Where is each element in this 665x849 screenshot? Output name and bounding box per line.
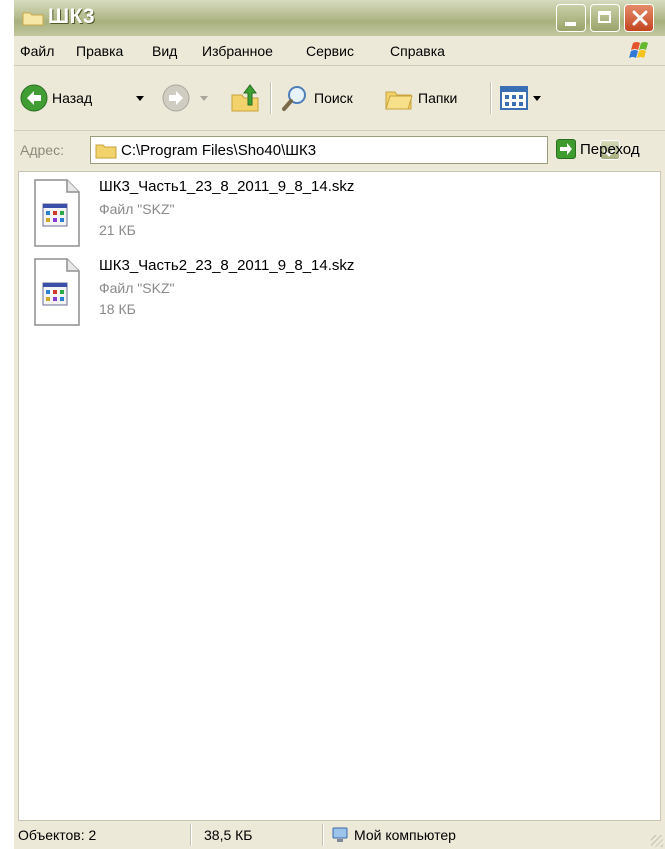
file-item[interactable]: ШК3_Часть2_23_8_2011_9_8_14.skz Файл "SK…	[33, 257, 633, 333]
maximize-button[interactable]	[590, 4, 620, 32]
folders-label: Папки	[418, 90, 458, 106]
views-button[interactable]	[500, 80, 528, 116]
menu-favorites[interactable]: Избранное	[202, 43, 273, 59]
object-count: Объектов: 2	[18, 827, 97, 843]
window-title: ШК3	[48, 5, 96, 28]
menu-help[interactable]: Справка	[390, 43, 445, 59]
go-button[interactable]: Переход	[556, 139, 640, 159]
folder-icon	[22, 12, 44, 26]
go-arrow-icon	[556, 139, 576, 159]
status-bar: Объектов: 2 38,5 КБ Мой компьютер	[14, 822, 665, 849]
toolbar-separator	[270, 82, 272, 114]
search-icon	[282, 86, 306, 111]
file-size: 18 КБ	[99, 301, 136, 317]
folders-icon	[385, 91, 413, 110]
back-button[interactable]: Назад	[20, 80, 92, 116]
folders-button[interactable]: Папки	[384, 80, 457, 116]
address-label: Адрес:	[20, 142, 64, 158]
close-icon	[632, 10, 648, 26]
my-computer-icon	[332, 827, 348, 842]
resize-grip[interactable]	[651, 835, 663, 847]
skz-file-icon	[34, 258, 80, 326]
windows-logo-icon	[624, 39, 658, 63]
menu-edit[interactable]: Правка	[76, 43, 123, 59]
file-name: ШК3_Часть2_23_8_2011_9_8_14.skz	[99, 257, 355, 274]
menu-tools[interactable]: Сервис	[306, 43, 354, 59]
up-folder-button[interactable]	[230, 80, 262, 116]
file-type: Файл "SKZ"	[99, 201, 175, 217]
skz-file-icon	[34, 179, 80, 247]
file-list: ШК3_Часть1_23_8_2011_9_8_14.skz Файл "SK…	[18, 171, 661, 821]
file-type: Файл "SKZ"	[99, 280, 175, 296]
back-history-dropdown-icon[interactable]	[136, 96, 144, 101]
go-label: Переход	[580, 140, 640, 158]
back-arrow-icon	[20, 84, 48, 112]
total-size: 38,5 КБ	[204, 827, 253, 843]
search-button[interactable]: Поиск	[280, 80, 353, 116]
explorer-window: ШК3 Файл Правка Вид Избранное Сервис Спр…	[14, 0, 665, 849]
folder-icon	[95, 144, 117, 159]
file-name: ШК3_Часть1_23_8_2011_9_8_14.skz	[99, 178, 355, 195]
forward-history-dropdown-icon[interactable]	[200, 96, 208, 101]
views-dropdown-icon[interactable]	[533, 96, 541, 101]
menu-bar: Файл Правка Вид Избранное Сервис Справка	[14, 36, 665, 66]
views-icon	[500, 86, 528, 110]
file-size: 21 КБ	[99, 222, 136, 238]
title-bar[interactable]: ШК3	[14, 0, 665, 36]
up-folder-icon	[231, 84, 259, 112]
toolbar: Назад Поиск Папки	[14, 66, 665, 131]
menu-file[interactable]: Файл	[20, 43, 54, 59]
status-separator	[322, 824, 324, 846]
location-label: Мой компьютер	[354, 827, 456, 843]
address-bar: Адрес: C:\Program Files\Sho40\ШК3 Перехо…	[14, 131, 665, 171]
search-label: Поиск	[314, 90, 353, 106]
forward-button[interactable]	[162, 80, 190, 116]
address-input[interactable]: C:\Program Files\Sho40\ШК3	[90, 136, 620, 164]
forward-arrow-icon	[162, 84, 190, 112]
minimize-button[interactable]	[556, 4, 586, 32]
menu-view[interactable]: Вид	[152, 43, 177, 59]
close-button[interactable]	[624, 4, 654, 32]
status-separator	[190, 824, 192, 846]
back-label: Назад	[52, 90, 93, 106]
toolbar-separator	[490, 82, 492, 114]
file-item[interactable]: ШК3_Часть1_23_8_2011_9_8_14.skz Файл "SK…	[33, 178, 633, 254]
address-path: C:\Program Files\Sho40\ШК3	[121, 142, 317, 159]
